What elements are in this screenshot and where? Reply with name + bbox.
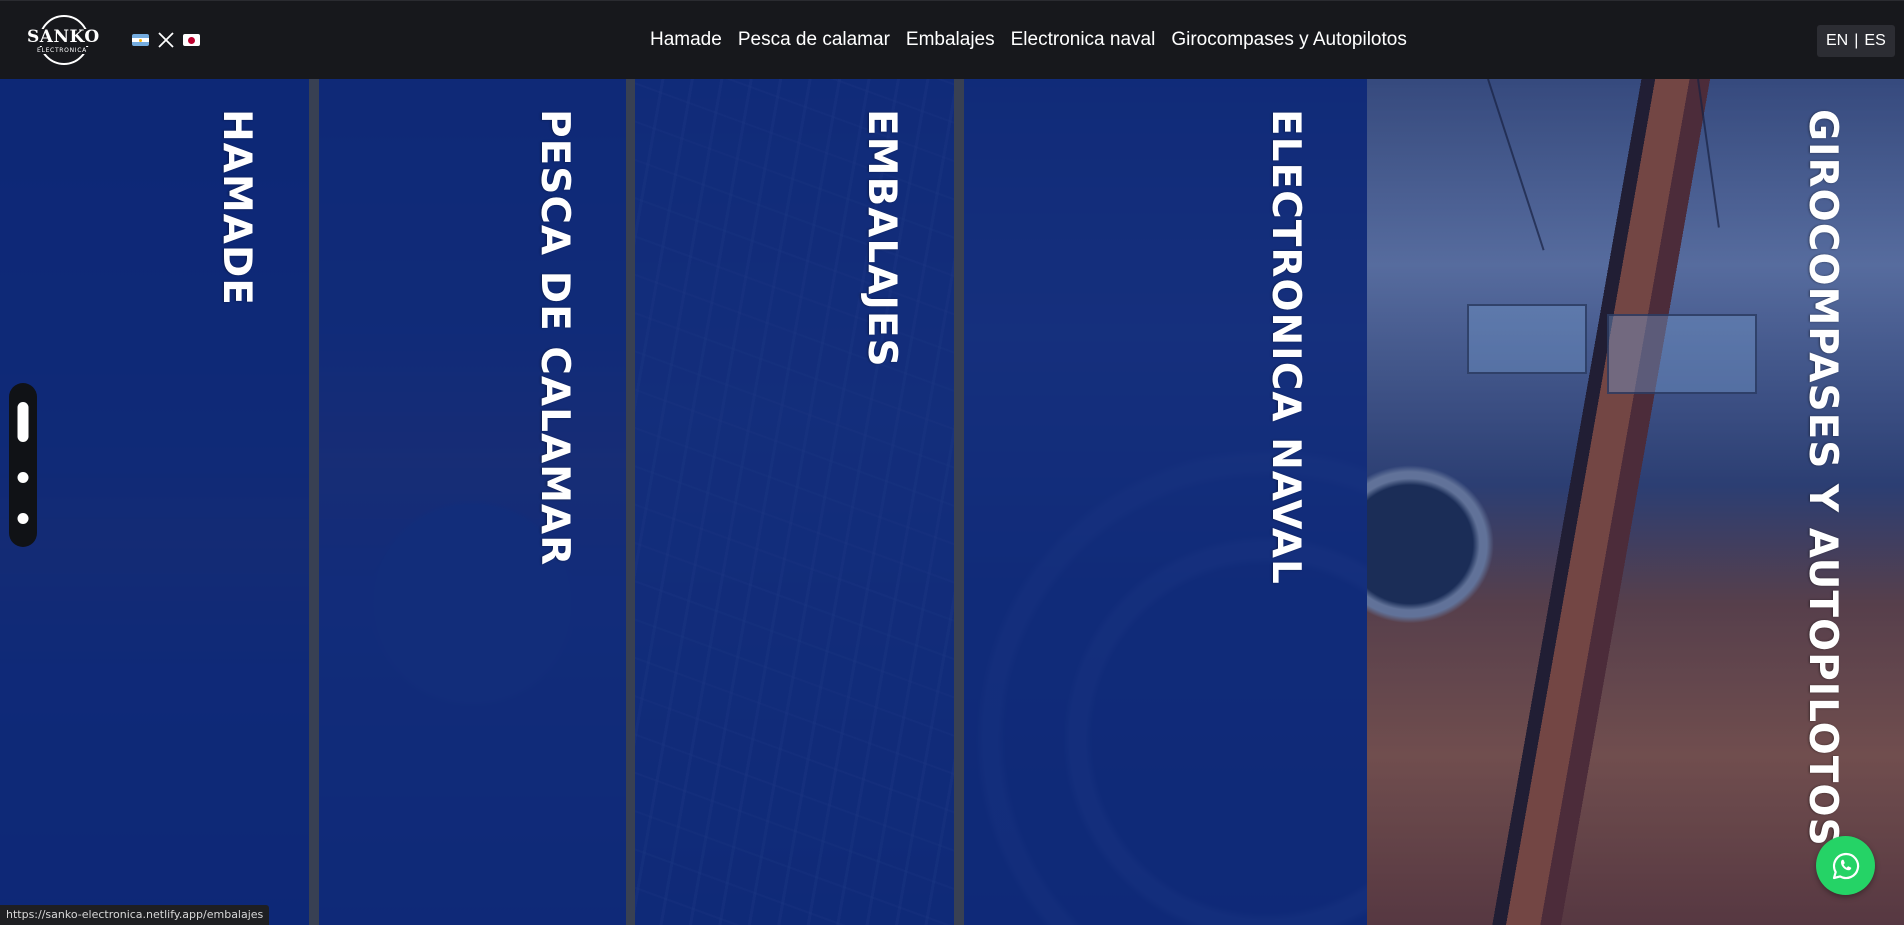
panel-title: EMBALAJES	[859, 109, 904, 368]
nav-link-pesca-de-calamar[interactable]: Pesca de calamar	[738, 27, 890, 53]
panel-divider	[626, 79, 635, 925]
japan-flag-icon[interactable]	[183, 34, 200, 46]
panel-overlay	[0, 79, 309, 925]
nav-link-embalajes[interactable]: Embalajes	[906, 27, 995, 53]
whatsapp-button[interactable]	[1816, 836, 1875, 895]
slide-dot[interactable]	[17, 472, 29, 483]
lang-en-button[interactable]: EN	[1826, 25, 1848, 57]
nav-link-electronica-naval[interactable]: Electronica naval	[1011, 27, 1156, 53]
nav-link-hamade[interactable]: Hamade	[650, 27, 722, 53]
language-switcher: EN | ES	[1817, 25, 1895, 57]
panel-overlay	[635, 79, 954, 925]
panel-overlay	[319, 79, 626, 925]
main-nav: Hamade Pesca de calamar Embalajes Electr…	[650, 27, 1407, 53]
panel-hamade[interactable]: HAMADE	[0, 79, 309, 925]
panel-divider	[954, 79, 964, 925]
panel-embalajes[interactable]: EMBALAJES	[635, 79, 954, 925]
panel-title: HAMADE	[214, 109, 259, 306]
sanko-logo[interactable]: SANKO ELECTRONICA	[27, 14, 100, 66]
whatsapp-icon	[1832, 852, 1859, 879]
logo-subtitle: ELECTRONICA	[27, 47, 97, 54]
panel-electronica-naval[interactable]: ELECTRONICA NAVAL	[964, 79, 1367, 925]
panel-pesca-de-calamar[interactable]: PESCA DE CALAMAR	[319, 79, 626, 925]
panel-divider	[309, 79, 319, 925]
category-panels: HAMADE PESCA DE CALAMAR EMBALAJES ELECTR…	[0, 79, 1904, 925]
panel-title: ELECTRONICA NAVAL	[1263, 109, 1308, 585]
status-bar-url: https://sanko-electronica.netlify.app/em…	[0, 905, 270, 925]
slide-dots	[9, 383, 37, 547]
panel-girocompases[interactable]: GIROCOMPASES Y AUTOPILOTOS	[1367, 79, 1904, 925]
panel-title: PESCA DE CALAMAR	[532, 109, 577, 567]
lang-separator: |	[1854, 32, 1859, 49]
panel-title: GIROCOMPASES Y AUTOPILOTOS	[1800, 109, 1845, 847]
nav-link-girocompases[interactable]: Girocompases y Autopilotos	[1171, 27, 1407, 53]
logo-name: SANKO	[27, 27, 100, 47]
navbar: SANKO ELECTRONICA Hamade Pesca de calama…	[0, 0, 1904, 79]
x-close-icon[interactable]	[157, 31, 175, 49]
slide-dot[interactable]	[17, 513, 29, 524]
flag-icons	[132, 31, 200, 49]
slide-dot-active[interactable]	[17, 402, 29, 442]
argentina-flag-icon[interactable]	[132, 34, 149, 46]
lang-es-button[interactable]: ES	[1864, 25, 1885, 57]
